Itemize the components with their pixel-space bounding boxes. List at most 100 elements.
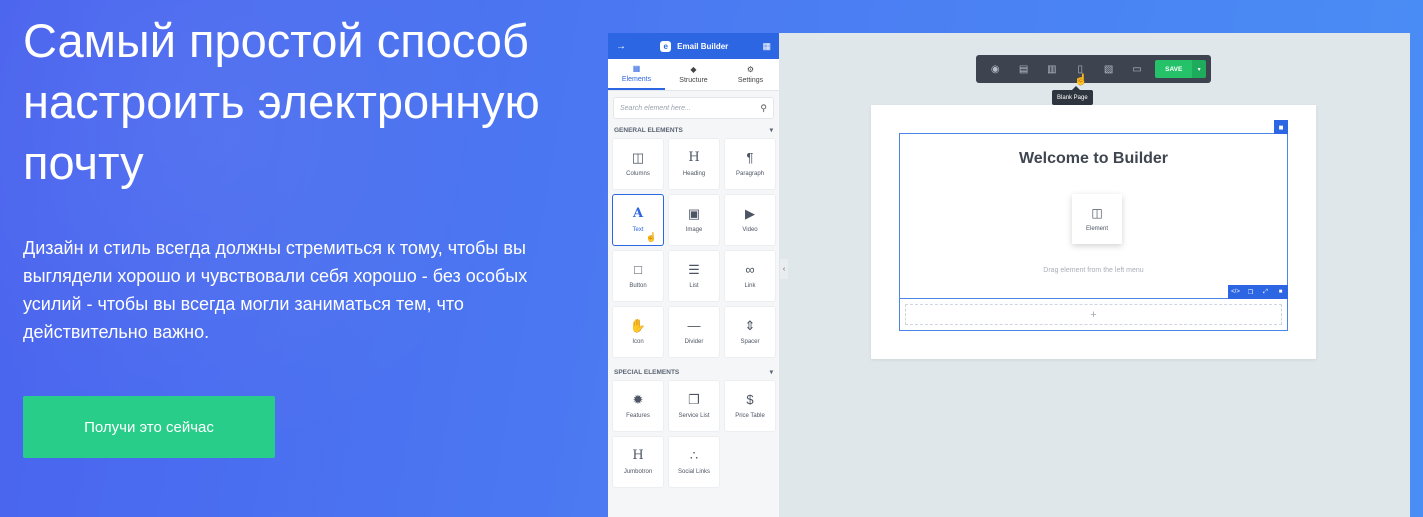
duplicate-icon[interactable]: ❐ bbox=[1243, 285, 1258, 299]
element-label: Spacer bbox=[740, 339, 760, 345]
element-label: List bbox=[689, 283, 699, 289]
sidebar-collapse-handle[interactable]: ‹ bbox=[780, 259, 788, 279]
spacer-icon: ⇕ bbox=[744, 318, 756, 333]
canvas-heading: Welcome to Builder bbox=[1018, 150, 1169, 167]
element-icon[interactable]: ✋ Icon bbox=[613, 307, 663, 357]
element-image[interactable]: ▣ Image bbox=[669, 195, 719, 245]
text-icon: A bbox=[632, 206, 644, 221]
hand-cursor-icon: ☝ bbox=[645, 232, 657, 242]
tab-settings[interactable]: ⚙ Settings bbox=[722, 59, 779, 90]
save-button[interactable]: SAVE bbox=[1155, 60, 1193, 78]
element-price-table[interactable]: $ Price Table bbox=[725, 381, 775, 431]
element-label: Service List bbox=[678, 413, 710, 419]
list-icon: ☰ bbox=[688, 262, 700, 277]
element-label: Link bbox=[744, 283, 756, 289]
element-divider[interactable]: — Divider bbox=[669, 307, 719, 357]
element-service-list[interactable]: ❐ Service List bbox=[669, 381, 719, 431]
code-icon[interactable]: </> bbox=[1228, 285, 1243, 299]
element-label: Jumbotron bbox=[623, 469, 653, 475]
features-icon: ✹ bbox=[632, 392, 644, 407]
elements-icon: ▦ bbox=[632, 64, 641, 73]
hero-description: Дизайн и стиль всегда должны стремиться … bbox=[23, 238, 528, 342]
element-label: Button bbox=[629, 283, 647, 289]
element-heading[interactable]: H Heading bbox=[669, 139, 719, 189]
search-placeholder: Search element here... bbox=[620, 104, 691, 112]
fullscreen-icon[interactable]: ⤢ bbox=[1258, 285, 1273, 299]
sidebar: → e Email Builder ▦ ▦ Elements ◆ Structu… bbox=[608, 33, 780, 517]
tab-elements[interactable]: ▦ Elements bbox=[608, 59, 665, 90]
caret-down-icon: ▾ bbox=[769, 369, 773, 376]
selected-content-block[interactable]: Welcome to Builder ◫ Element Drag elemen… bbox=[899, 120, 1288, 299]
grid-menu-icon[interactable]: ▦ bbox=[762, 41, 771, 52]
element-label: Video bbox=[742, 227, 758, 233]
element-text[interactable]: A Text ☝ bbox=[613, 195, 663, 245]
service-list-icon: ❐ bbox=[688, 392, 700, 407]
image-icon: ▣ bbox=[687, 206, 701, 221]
tab-structure[interactable]: ◆ Structure bbox=[665, 59, 722, 90]
get-it-now-button[interactable]: Получи это сейчас bbox=[23, 396, 275, 458]
element-list[interactable]: ☰ List bbox=[669, 251, 719, 301]
jumbotron-icon: H bbox=[632, 448, 644, 463]
element-label: Text bbox=[632, 227, 644, 233]
element-social-links[interactable]: ∴ Social Links bbox=[669, 437, 719, 487]
element-paragraph[interactable]: ¶ Paragraph bbox=[725, 139, 775, 189]
element-label: Divider bbox=[684, 339, 704, 345]
archive-icon[interactable]: ▤ bbox=[1009, 55, 1037, 83]
sidebar-tabs: ▦ Elements ◆ Structure ⚙ Settings bbox=[608, 59, 779, 91]
add-row-button[interactable]: + bbox=[905, 304, 1282, 325]
blank-page-tooltip: Blank Page bbox=[1052, 86, 1093, 105]
share-icon: ∴ bbox=[689, 448, 699, 463]
layers-icon: ◆ bbox=[690, 65, 697, 74]
element-video[interactable]: ▶ Video bbox=[725, 195, 775, 245]
element-columns[interactable]: ◫ Columns bbox=[613, 139, 663, 189]
element-label: Heading bbox=[682, 171, 706, 177]
editor-toolbar: ◉ ▤ ▥ ▯ ▧ ▭ SAVE ▾ bbox=[976, 55, 1211, 83]
email-canvas: Welcome to Builder ◫ Element Drag elemen… bbox=[871, 105, 1316, 359]
block-tools: </> ❐ ⤢ ■ bbox=[1228, 285, 1288, 299]
general-elements-grid: ◫ Columns H Heading ¶ Paragraph A Text ☝… bbox=[608, 139, 779, 357]
link-icon: ∞ bbox=[745, 262, 755, 277]
special-elements-section[interactable]: SPECIAL ELEMENTS ▾ bbox=[608, 363, 779, 381]
sidebar-header: → e Email Builder ▦ bbox=[608, 33, 779, 59]
tab-label: Settings bbox=[737, 77, 764, 84]
drop-card-label: Element bbox=[1085, 226, 1108, 232]
element-label: Features bbox=[626, 413, 650, 419]
tab-label: Structure bbox=[679, 77, 708, 84]
exit-icon[interactable]: → bbox=[616, 41, 626, 52]
pointer-cursor-icon: ☝ bbox=[1074, 74, 1088, 86]
tab-label: Elements bbox=[621, 76, 652, 83]
hero-title: Самый простой способ настроить электронн… bbox=[23, 14, 540, 189]
chevron-left-icon: ‹ bbox=[782, 265, 786, 273]
delete-icon[interactable]: ■ bbox=[1274, 120, 1288, 134]
element-label: Social Links bbox=[677, 469, 710, 475]
thumbs-up-icon: ✋ bbox=[629, 318, 647, 333]
drop-hint-text: Drag element from the left menu bbox=[1043, 267, 1144, 274]
preview-eye-icon[interactable]: ◉ bbox=[981, 55, 1009, 83]
element-label: Image bbox=[685, 227, 703, 233]
element-button[interactable]: □ Button bbox=[613, 251, 663, 301]
desktop-icon[interactable]: ▭ bbox=[1123, 55, 1151, 83]
columns-icon: ◫ bbox=[1091, 206, 1103, 220]
trash-icon[interactable]: ■ bbox=[1273, 285, 1288, 299]
dragged-element-card[interactable]: ◫ Element bbox=[1072, 194, 1122, 244]
element-features[interactable]: ✹ Features bbox=[613, 381, 663, 431]
app-title-label: Email Builder bbox=[677, 41, 729, 51]
search-input[interactable]: Search element here... ⚲ bbox=[613, 97, 774, 119]
columns-icon: ◫ bbox=[631, 150, 645, 165]
dollar-icon: $ bbox=[746, 392, 754, 407]
archive-add-icon[interactable]: ▥ bbox=[1038, 55, 1066, 83]
element-jumbotron[interactable]: H Jumbotron bbox=[613, 437, 663, 487]
email-builder-screenshot: → e Email Builder ▦ ▦ Elements ◆ Structu… bbox=[608, 33, 1410, 517]
element-label: Icon bbox=[632, 339, 644, 345]
section-title: SPECIAL ELEMENTS bbox=[614, 368, 680, 376]
template-file-icon[interactable]: ▧ bbox=[1094, 55, 1122, 83]
video-icon: ▶ bbox=[745, 206, 755, 221]
save-options-chevron-icon[interactable]: ▾ bbox=[1192, 60, 1206, 78]
paragraph-icon: ¶ bbox=[746, 150, 754, 165]
element-link[interactable]: ∞ Link bbox=[725, 251, 775, 301]
element-spacer[interactable]: ⇕ Spacer bbox=[725, 307, 775, 357]
divider-icon: — bbox=[687, 318, 701, 333]
general-elements-section[interactable]: GENERAL ELEMENTS ▾ bbox=[608, 121, 779, 139]
section-title: GENERAL ELEMENTS bbox=[614, 126, 683, 134]
caret-down-icon: ▾ bbox=[769, 127, 773, 134]
